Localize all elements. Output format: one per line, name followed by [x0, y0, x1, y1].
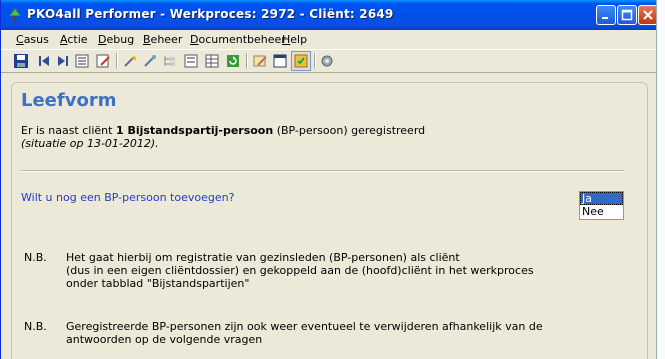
menu-bar: Casus Actie Debug Beheer Documentbeheer …	[1, 30, 657, 48]
situation-date: (situatie op 13-01-2012).	[21, 137, 159, 150]
checklist-icon[interactable]	[291, 51, 311, 71]
wand-alt-icon[interactable]	[142, 53, 158, 69]
toolbar-separator	[116, 53, 118, 69]
table-icon[interactable]	[204, 53, 220, 69]
note-line: Geregistreerde BP-personen zijn ook weer…	[66, 320, 543, 333]
edit-icon[interactable]	[95, 53, 111, 69]
note-text: Geregistreerde BP-personen zijn ook weer…	[66, 320, 543, 346]
note-line: Het gaat hierbij om registratie van gezi…	[66, 251, 460, 264]
app-window: PKO4all Performer - Werkproces: 2972 - C…	[0, 0, 657, 359]
option-ja[interactable]: Ja	[580, 192, 623, 205]
toolbar-separator	[314, 53, 316, 69]
minimize-icon	[602, 17, 608, 19]
toolbar	[1, 49, 657, 73]
list-icon[interactable]	[74, 53, 90, 69]
first-record-icon[interactable]	[36, 53, 52, 69]
maximize-icon	[621, 9, 633, 21]
minimize-button[interactable]	[596, 5, 616, 25]
note-label: N.B.	[24, 320, 47, 333]
note-line: antwoorden op de volgende vragen	[66, 333, 263, 346]
menu-casus[interactable]: Casus	[16, 33, 49, 46]
pencil-note-icon[interactable]	[252, 53, 268, 69]
question-label: Wilt u nog een BP-persoon toevoegen?	[21, 191, 235, 204]
intro-text: Er is naast cliënt 1 Bijstandspartij-per…	[21, 124, 426, 137]
menu-debug[interactable]: Debug	[98, 33, 134, 46]
settings-icon[interactable]	[319, 53, 335, 69]
title-bar[interactable]: PKO4all Performer - Werkproces: 2972 - C…	[1, 0, 657, 30]
note-line: onder tabblad "Bijstandspartijen"	[66, 277, 250, 290]
wand-icon[interactable]	[122, 53, 138, 69]
close-icon	[643, 10, 653, 20]
page-title: Leefvorm	[21, 90, 117, 111]
menu-actie[interactable]: Actie	[60, 33, 88, 46]
menu-help[interactable]: Help	[282, 33, 307, 46]
window-icon[interactable]	[272, 53, 288, 69]
toolbar-separator	[246, 53, 248, 69]
answer-listbox[interactable]: Ja Nee	[579, 191, 624, 220]
option-nee[interactable]: Nee	[580, 205, 623, 218]
refresh-icon[interactable]	[225, 53, 241, 69]
note-text: Het gaat hierbij om registratie van gezi…	[66, 251, 534, 290]
note-label: N.B.	[24, 251, 47, 264]
menu-beheer[interactable]: Beheer	[143, 33, 182, 46]
app-tree-icon	[7, 7, 23, 23]
tree-icon[interactable]	[162, 53, 178, 69]
note-line: (dus in een eigen cliëntdossier) en geko…	[66, 264, 534, 277]
divider	[21, 170, 624, 172]
last-record-icon[interactable]	[55, 53, 71, 69]
desktop-background	[656, 0, 665, 359]
maximize-button[interactable]	[617, 5, 637, 25]
menu-documentbeheer[interactable]: Documentbeheer	[190, 33, 286, 46]
form-icon[interactable]	[183, 53, 199, 69]
close-button[interactable]	[638, 5, 657, 25]
save-icon[interactable]	[13, 53, 29, 69]
window-title: PKO4all Performer - Werkproces: 2972 - C…	[27, 7, 394, 21]
